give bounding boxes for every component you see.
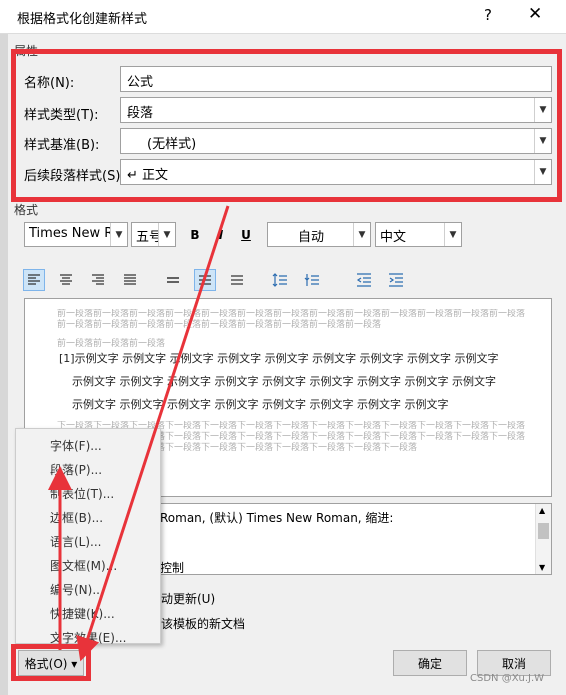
arrow-to-format-button xyxy=(76,205,230,662)
watermark: CSDN @Xu.J.W xyxy=(470,673,545,684)
annotation-arrows xyxy=(48,205,230,662)
